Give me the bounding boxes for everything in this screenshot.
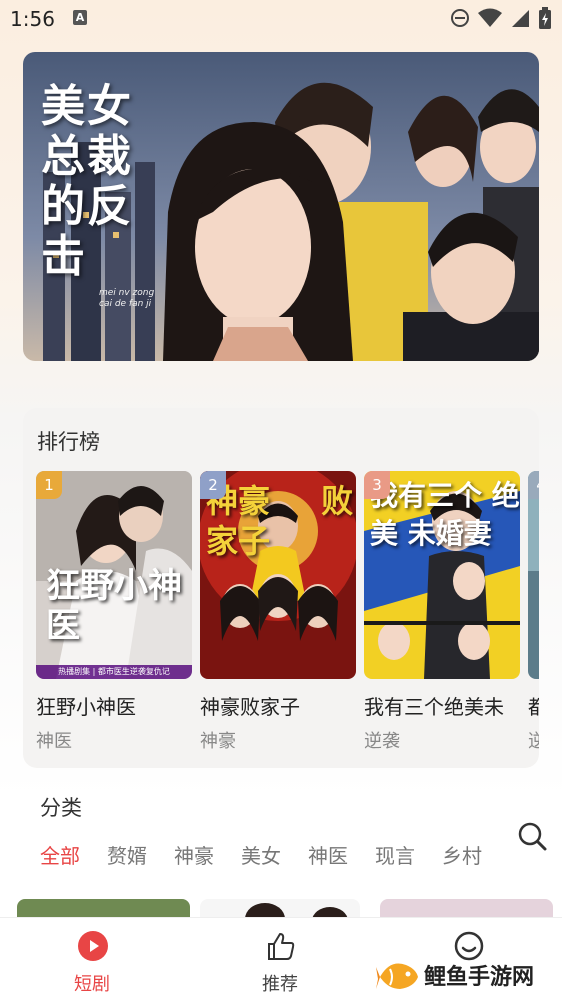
category-tab-son-in-law[interactable]: 赘婿: [107, 840, 147, 872]
poster-image: [528, 471, 539, 679]
search-icon: [518, 822, 547, 851]
banner-title-line: 的: [41, 181, 87, 232]
watermark-text: 鲤鱼手游网: [424, 965, 535, 990]
wifi-icon: [478, 8, 502, 27]
search-button[interactable]: [516, 820, 548, 852]
drama-card-peek[interactable]: [200, 899, 360, 919]
drama-card-peek[interactable]: [380, 899, 553, 919]
poster-title: 狂野小神医: [46, 566, 182, 646]
status-bar: 1:56 A: [0, 0, 562, 40]
rank-badge: 3: [364, 471, 390, 499]
ranking-item-3[interactable]: 我有三个 绝美 未婚妻 3 我有三个绝美未 逆袭: [364, 471, 520, 761]
ranking-title: 排行榜: [37, 430, 100, 454]
rank-badge: 4: [528, 471, 539, 499]
drama-name: 狂野小神医: [36, 695, 136, 719]
nav-label: 推荐: [262, 974, 298, 995]
thumbs-up-icon: [268, 933, 295, 960]
ranking-item-2[interactable]: 神豪 败家子 2 神豪败家子 神豪: [200, 471, 356, 761]
drama-tag: 逆: [528, 731, 539, 752]
banner-title-line: 美女: [41, 81, 133, 132]
nav-item-shorts[interactable]: 短剧: [32, 918, 152, 1001]
category-tab-tycoon[interactable]: 神豪: [174, 840, 214, 872]
ranking-section: 排行榜 狂野小神医 热播剧集 | 都市医生逆袭复仇记 1 狂野小神医 神医 神豪…: [23, 408, 539, 768]
poster-title: 神豪 败家子: [206, 482, 354, 560]
fish-logo-icon: [376, 963, 418, 989]
nav-label: 短剧: [74, 974, 110, 995]
banner-pinyin: mei nv zong cai de fan ji: [99, 288, 155, 309]
ranking-list: 狂野小神医 热播剧集 | 都市医生逆袭复仇记 1 狂野小神医 神医 神豪 败家子…: [36, 471, 539, 761]
category-tabs: 全部 赘婿 神豪 美女 神医 现言 乡村: [40, 840, 509, 872]
drama-poster: 狂野小神医 热播剧集 | 都市医生逆袭复仇记 1: [36, 471, 192, 679]
battery-icon: [539, 7, 551, 29]
ranking-item-4[interactable]: 4 都 逆: [528, 471, 539, 761]
drama-tag: 逆袭: [364, 731, 400, 752]
drama-poster: 4: [528, 471, 539, 679]
play-circle-icon: [78, 931, 108, 961]
drama-name: 都: [528, 695, 539, 719]
drama-name: 我有三个绝美未: [364, 695, 504, 719]
category-tab-beauty[interactable]: 美女: [241, 840, 281, 872]
signal-icon: [512, 10, 529, 27]
category-tab-all[interactable]: 全部: [40, 840, 80, 872]
category-tab-doctor[interactable]: 神医: [308, 840, 348, 872]
nav-item-recommend[interactable]: 推荐: [220, 918, 340, 1001]
poster-image: [245, 903, 348, 919]
drama-name: 神豪败家子: [200, 695, 300, 719]
banner-title-line: 总裁: [41, 131, 133, 182]
status-time: 1:56: [10, 7, 55, 31]
drama-tag: 神豪: [200, 731, 236, 752]
poster-caption: 热播剧集 | 都市医生逆袭复仇记: [36, 665, 192, 679]
drama-card-peek[interactable]: [17, 899, 190, 919]
drama-poster: 神豪 败家子 2: [200, 471, 356, 679]
status-icons: [450, 6, 552, 30]
rank-badge: 2: [200, 471, 226, 499]
category-tab-countryside[interactable]: 乡村: [442, 840, 482, 872]
featured-banner[interactable]: 美女 总裁 的反击 mei nv zong cai de fan ji: [23, 52, 539, 361]
category-title: 分类: [40, 796, 82, 820]
rank-badge: 1: [36, 471, 62, 499]
drama-poster: 我有三个 绝美 未婚妻 3: [364, 471, 520, 679]
poster-title: 我有三个 绝美 未婚妻: [370, 479, 520, 550]
watermark: 鲤鱼手游网: [376, 951, 534, 999]
banner-title: 美女 总裁 的反击: [41, 82, 151, 282]
category-tab-modern-romance[interactable]: 现言: [375, 840, 415, 872]
ranking-item-1[interactable]: 狂野小神医 热播剧集 | 都市医生逆袭复仇记 1 狂野小神医 神医: [36, 471, 192, 761]
drama-tag: 神医: [36, 731, 72, 752]
do-not-disturb-icon: [451, 9, 469, 27]
notification-icon: A: [73, 10, 87, 25]
